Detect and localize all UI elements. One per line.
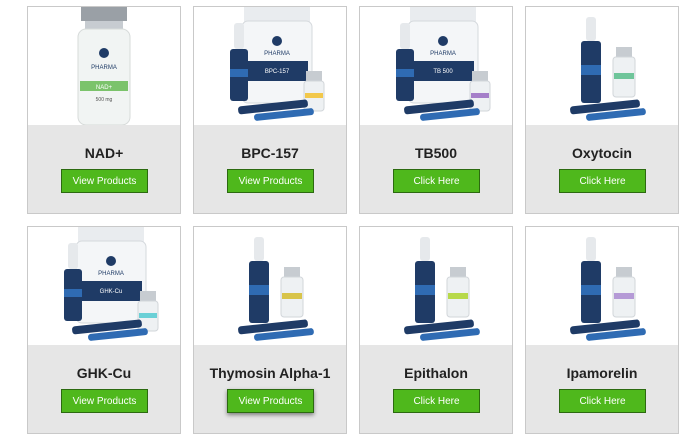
click-here-button[interactable]: Click Here bbox=[393, 389, 480, 413]
product-info-bpc157: BPC-157 View Products bbox=[194, 125, 346, 213]
product-card-bpc157[interactable]: PHARMA BPC-157 BPC-157 View Products bbox=[193, 6, 347, 214]
product-image-thymosin[interactable] bbox=[194, 227, 346, 345]
product-image-ipamorelin[interactable] bbox=[526, 227, 678, 345]
product-card-ipamorelin[interactable]: Ipamorelin Click Here bbox=[525, 226, 679, 434]
jar-brand: PHARMA bbox=[98, 271, 124, 277]
product-image-epithalon[interactable] bbox=[360, 227, 512, 345]
vial-brand: PHARMA bbox=[91, 65, 117, 71]
product-name: Epithalon bbox=[404, 365, 468, 381]
jar-brand: PHARMA bbox=[264, 51, 290, 57]
product-image-ghkcu[interactable]: PHARMA GHK-Cu bbox=[28, 227, 180, 345]
click-here-button[interactable]: Click Here bbox=[393, 169, 480, 193]
product-name: Oxytocin bbox=[572, 145, 632, 161]
product-image-oxytocin[interactable] bbox=[526, 7, 678, 125]
product-grid: PHARMA NAD+ 500 mg NAD+ View Products PH… bbox=[0, 0, 700, 441]
product-card-epithalon[interactable]: Epithalon Click Here bbox=[359, 226, 513, 434]
product-image-tb500[interactable]: PHARMA TB 500 bbox=[360, 7, 512, 125]
product-card-ghkcu[interactable]: PHARMA GHK-Cu GHK-Cu View Products bbox=[27, 226, 181, 434]
jar-label: BPC-157 bbox=[265, 69, 290, 75]
jar-label: TB 500 bbox=[433, 69, 453, 75]
product-name: Thymosin Alpha-1 bbox=[209, 365, 331, 381]
view-products-button[interactable]: View Products bbox=[61, 389, 148, 413]
product-image-bpc157[interactable]: PHARMA BPC-157 bbox=[194, 7, 346, 125]
vial-dose: 500 mg bbox=[96, 97, 113, 103]
product-name: TB500 bbox=[414, 145, 458, 161]
product-name: GHK-Cu bbox=[76, 365, 132, 381]
product-name: BPC-157 bbox=[241, 145, 299, 161]
vial-label: NAD+ bbox=[96, 85, 113, 91]
click-here-button[interactable]: Click Here bbox=[559, 389, 646, 413]
product-card-thymosin[interactable]: Thymosin Alpha-1 View Products bbox=[193, 226, 347, 434]
product-info-thymosin: Thymosin Alpha-1 View Products bbox=[194, 345, 346, 433]
view-products-button[interactable]: View Products bbox=[227, 389, 314, 413]
product-name: NAD+ bbox=[84, 145, 124, 161]
product-card-nad[interactable]: PHARMA NAD+ 500 mg NAD+ View Products bbox=[27, 6, 181, 214]
product-info-oxytocin: Oxytocin Click Here bbox=[526, 125, 678, 213]
view-products-button[interactable]: View Products bbox=[227, 169, 314, 193]
product-image-nad[interactable]: PHARMA NAD+ 500 mg bbox=[28, 7, 180, 125]
product-info-ghkcu: GHK-Cu View Products bbox=[28, 345, 180, 433]
click-here-button[interactable]: Click Here bbox=[559, 169, 646, 193]
product-info-nad: NAD+ View Products bbox=[28, 125, 180, 213]
view-products-button[interactable]: View Products bbox=[61, 169, 148, 193]
product-card-tb500[interactable]: PHARMA TB 500 TB500 Click Here bbox=[359, 6, 513, 214]
jar-brand: PHARMA bbox=[430, 51, 456, 57]
product-info-epithalon: Epithalon Click Here bbox=[360, 345, 512, 433]
product-info-tb500: TB500 Click Here bbox=[360, 125, 512, 213]
jar-label: GHK-Cu bbox=[100, 289, 123, 295]
product-info-ipamorelin: Ipamorelin Click Here bbox=[526, 345, 678, 433]
product-card-oxytocin[interactable]: Oxytocin Click Here bbox=[525, 6, 679, 214]
product-name: Ipamorelin bbox=[566, 365, 638, 381]
